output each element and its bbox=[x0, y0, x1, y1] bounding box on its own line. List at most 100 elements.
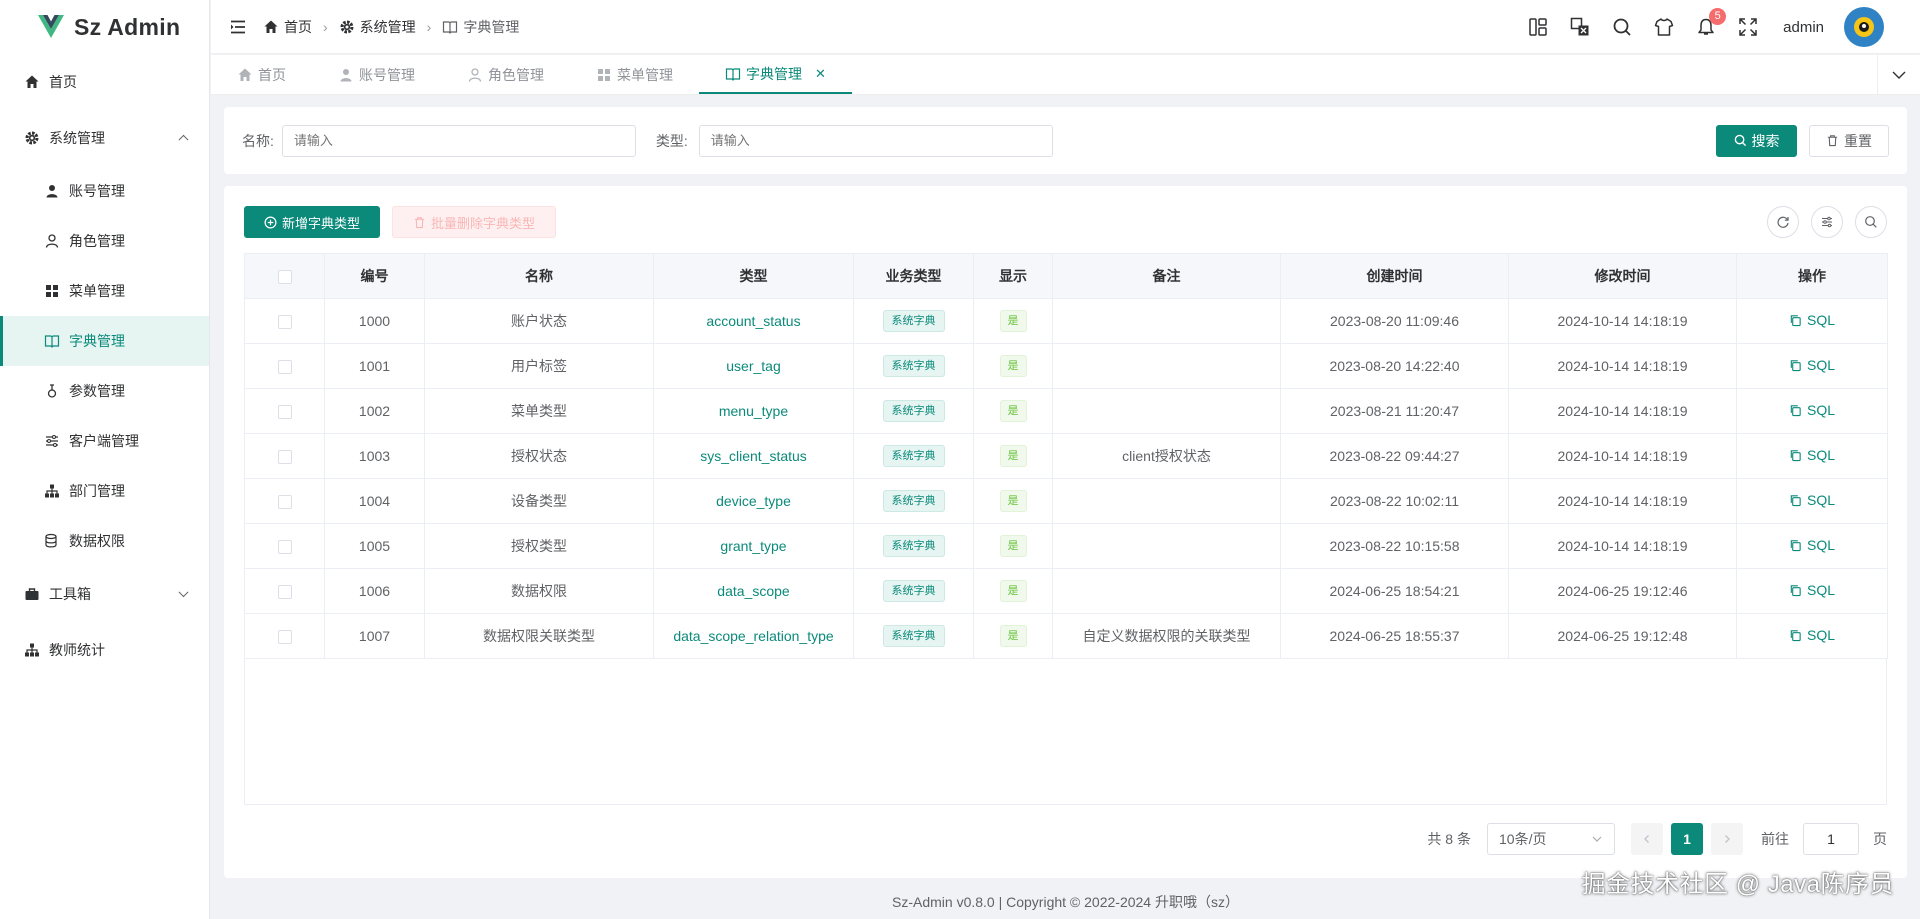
search-icon bbox=[1734, 134, 1746, 147]
search-icon[interactable] bbox=[1611, 16, 1633, 38]
sql-label: SQL bbox=[1806, 357, 1835, 374]
sidebar-item-teacher-stats[interactable]: 教师统计 bbox=[0, 622, 209, 678]
username[interactable]: admin bbox=[1783, 19, 1824, 36]
type-link[interactable]: user_tag bbox=[726, 358, 780, 374]
close-icon[interactable]: ✕ bbox=[815, 66, 826, 82]
row-checkbox[interactable] bbox=[277, 585, 292, 600]
tabs-dropdown[interactable] bbox=[1877, 55, 1920, 94]
sidebar-item-toolbox[interactable]: 工具箱 bbox=[0, 566, 209, 622]
created-cell: 2024-06-25 18:54:21 bbox=[1280, 568, 1509, 614]
prev-page-button[interactable] bbox=[1631, 823, 1663, 855]
table-row: 1007 数据权限关联类型 data_scope_relation_type 系统字典… bbox=[244, 613, 1888, 659]
row-select-cell[interactable] bbox=[244, 298, 325, 344]
id-cell: 1000 bbox=[324, 298, 425, 344]
type-link[interactable]: menu_type bbox=[719, 403, 788, 419]
sidebar-item-roles[interactable]: 角色管理 bbox=[0, 216, 209, 266]
row-checkbox[interactable] bbox=[277, 630, 292, 645]
page-number[interactable]: 1 bbox=[1671, 823, 1703, 855]
sidebar-item-datascope[interactable]: 数据权限 bbox=[0, 516, 209, 566]
row-select-cell[interactable] bbox=[244, 523, 325, 569]
copy-icon bbox=[1790, 315, 1801, 326]
reset-button[interactable]: 重置 bbox=[1809, 124, 1889, 157]
sidebar-item-system[interactable]: 系统管理 bbox=[0, 110, 209, 166]
next-page-button[interactable] bbox=[1711, 823, 1743, 855]
avatar[interactable] bbox=[1844, 7, 1884, 47]
row-checkbox[interactable] bbox=[277, 540, 292, 555]
theme-shirt-icon[interactable] bbox=[1653, 16, 1675, 38]
row-select-cell[interactable] bbox=[244, 613, 325, 659]
type-link[interactable]: device_type bbox=[716, 493, 791, 509]
grid-icon bbox=[44, 283, 60, 299]
name-cell: 授权状态 bbox=[424, 433, 654, 479]
sidebar-item-clients[interactable]: 客户端管理 bbox=[0, 416, 209, 466]
column-header: 操作 bbox=[1736, 253, 1888, 299]
sidebar-item-menus[interactable]: 菜单管理 bbox=[0, 266, 209, 316]
breadcrumb-system[interactable]: 系统管理 bbox=[339, 17, 416, 37]
page-size-select[interactable]: 10条/页 bbox=[1487, 823, 1615, 855]
row-select-cell[interactable] bbox=[244, 478, 325, 524]
column-settings-button[interactable] bbox=[1811, 206, 1843, 238]
translate-icon[interactable] bbox=[1569, 16, 1591, 38]
row-checkbox[interactable] bbox=[277, 495, 292, 510]
sql-label: SQL bbox=[1806, 312, 1835, 329]
toggle-search-button[interactable] bbox=[1855, 206, 1887, 238]
sidebar-item-accounts[interactable]: 账号管理 bbox=[0, 166, 209, 216]
layout-icon[interactable] bbox=[1527, 16, 1549, 38]
select-all-checkbox[interactable] bbox=[277, 270, 292, 285]
row-checkbox[interactable] bbox=[277, 315, 292, 330]
type-link[interactable]: data_scope bbox=[717, 583, 789, 599]
select-all-header[interactable] bbox=[244, 253, 325, 299]
sql-button[interactable]: SQL bbox=[1789, 447, 1835, 463]
row-checkbox[interactable] bbox=[277, 450, 292, 465]
table-empty-area bbox=[244, 658, 1887, 805]
collapse-menu-icon[interactable] bbox=[229, 18, 247, 36]
sidebar-item-label: 教师统计 bbox=[49, 642, 105, 658]
sidebar-item-depts[interactable]: 部门管理 bbox=[0, 466, 209, 516]
fullscreen-icon[interactable] bbox=[1737, 16, 1759, 38]
action-cell: SQL bbox=[1736, 388, 1888, 434]
sidebar-item-home[interactable]: 首页 bbox=[0, 54, 209, 110]
refresh-button[interactable] bbox=[1767, 206, 1799, 238]
batch-delete-button[interactable]: 批量删除字典类型 bbox=[392, 206, 556, 238]
row-select-cell[interactable] bbox=[244, 433, 325, 479]
bell-icon[interactable]: 5 bbox=[1695, 8, 1727, 38]
row-select-cell[interactable] bbox=[244, 343, 325, 389]
sql-button[interactable]: SQL bbox=[1789, 627, 1835, 643]
type-link[interactable]: sys_client_status bbox=[700, 448, 807, 464]
sql-button[interactable]: SQL bbox=[1789, 312, 1835, 328]
sidebar-item-dictionary[interactable]: 字典管理 bbox=[0, 316, 209, 366]
breadcrumb-home[interactable]: 首页 bbox=[263, 17, 312, 37]
updated-cell: 2024-10-14 14:18:19 bbox=[1508, 388, 1737, 434]
sql-button[interactable]: SQL bbox=[1789, 357, 1835, 373]
tab-accounts[interactable]: 账号管理 bbox=[312, 55, 441, 94]
add-dict-type-button[interactable]: 新增字典类型 bbox=[244, 206, 380, 238]
row-select-cell[interactable] bbox=[244, 568, 325, 614]
home-icon bbox=[263, 19, 279, 35]
tab-roles[interactable]: 角色管理 bbox=[441, 55, 570, 94]
app-logo[interactable]: Sz Admin bbox=[0, 0, 209, 54]
row-checkbox[interactable] bbox=[277, 405, 292, 420]
tab-dictionary[interactable]: 字典管理 ✕ bbox=[699, 55, 852, 94]
goto-page-input[interactable]: 1 bbox=[1803, 823, 1859, 855]
sql-button[interactable]: SQL bbox=[1789, 537, 1835, 553]
type-cell: account_status bbox=[653, 298, 854, 344]
row-select-cell[interactable] bbox=[244, 388, 325, 434]
type-link[interactable]: account_status bbox=[706, 313, 800, 329]
remark-cell bbox=[1052, 388, 1281, 434]
sql-button[interactable]: SQL bbox=[1789, 582, 1835, 598]
type-input[interactable] bbox=[698, 124, 1053, 157]
sql-button[interactable]: SQL bbox=[1789, 492, 1835, 508]
type-link[interactable]: grant_type bbox=[720, 538, 786, 554]
sidebar-item-params[interactable]: 参数管理 bbox=[0, 366, 209, 416]
name-input[interactable] bbox=[281, 124, 636, 157]
app-name: Sz Admin bbox=[74, 13, 181, 40]
tab-home[interactable]: 首页 bbox=[211, 55, 312, 94]
type-link[interactable]: data_scope_relation_type bbox=[673, 628, 833, 644]
search-button[interactable]: 搜索 bbox=[1716, 124, 1797, 157]
action-cell: SQL bbox=[1736, 613, 1888, 659]
tab-menus[interactable]: 菜单管理 bbox=[570, 55, 699, 94]
row-checkbox[interactable] bbox=[277, 360, 292, 375]
type-cell: data_scope bbox=[653, 568, 854, 614]
database-icon bbox=[44, 533, 60, 549]
sql-button[interactable]: SQL bbox=[1789, 402, 1835, 418]
